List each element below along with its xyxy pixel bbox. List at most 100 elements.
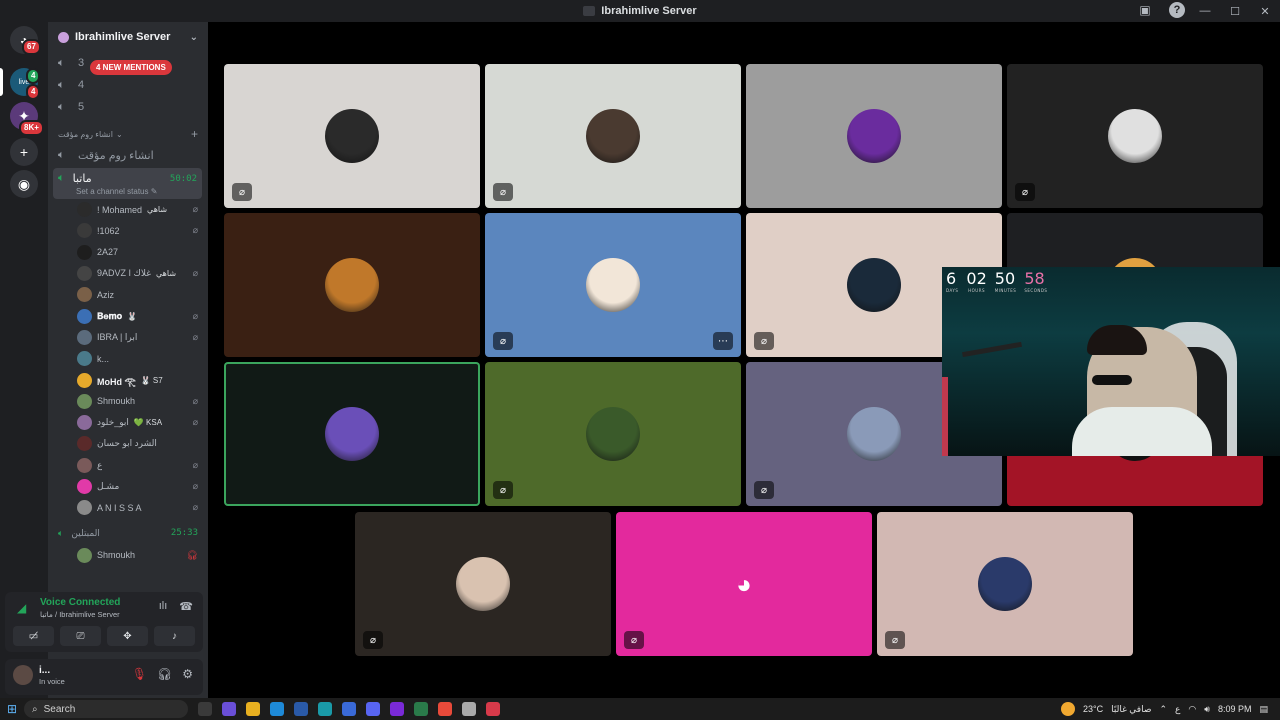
participant-tile[interactable] — [746, 64, 1002, 208]
mic-muted-icon: ⌀ — [192, 204, 198, 215]
headphones-icon[interactable]: 🎧︎ — [157, 667, 172, 681]
list-item[interactable]: 9ADVZ I غلاك شاهي ⌀ — [48, 263, 208, 284]
more-options-button[interactable]: ⋯ — [713, 332, 733, 350]
task-view-icon[interactable] — [198, 702, 212, 716]
mic-muted-icon: ⌀ — [754, 332, 774, 350]
inbox-icon[interactable]: ▣ — [1137, 2, 1153, 18]
screen-share-button[interactable]: ⎚ — [60, 626, 101, 646]
voice-channel-4[interactable]: 🔈︎ 4 — [48, 74, 208, 96]
server-status-badge: 4 — [26, 68, 41, 84]
avatar — [77, 415, 92, 431]
activities-button[interactable]: ✥ — [107, 626, 148, 646]
list-item[interactable]: MoHd 𓂀 🐰 S7 — [48, 369, 208, 390]
soundboard-button[interactable]: ♪ — [154, 626, 195, 646]
list-item[interactable]: k... — [48, 348, 208, 369]
discover-button[interactable]: ◉ — [10, 170, 38, 198]
camera-off-button[interactable]: ▭̸ — [13, 626, 54, 646]
wifi-icon[interactable]: ◠ — [1188, 704, 1196, 715]
close-button[interactable]: ✕ — [1250, 5, 1280, 18]
weather-icon[interactable] — [1061, 702, 1076, 716]
taskbar-search[interactable]: ⌕ Search — [24, 700, 188, 718]
list-item[interactable]: Shmoukh ⌀ — [48, 391, 208, 412]
chevron-down-icon[interactable]: ⌄ — [190, 32, 198, 43]
signal-icon[interactable]: ◢ — [17, 601, 26, 615]
mic-muted-icon: ⌀ — [493, 481, 513, 499]
create-temp-channel[interactable]: 🔈︎ انشاء روم مؤقت — [48, 144, 208, 166]
category-header[interactable]: انشاء روم مؤقت ⌄ + — [48, 124, 208, 144]
maximize-button[interactable]: ☐ — [1220, 5, 1250, 18]
discord-taskbar-icon[interactable] — [366, 702, 380, 716]
chrome-icon[interactable] — [438, 702, 452, 716]
participant-tile[interactable]: ⌀ — [355, 512, 611, 656]
member-tag: شاهي — [147, 205, 168, 215]
list-item[interactable]: !1062 ⌀ — [48, 220, 208, 241]
gear-icon[interactable]: ⚙ — [182, 667, 193, 681]
member-tag: 🐰 S7 — [140, 375, 163, 385]
mic-muted-icon: ⌀ — [192, 459, 198, 470]
speaker-icon: 🔈︎ — [58, 56, 65, 69]
participant-tile[interactable] — [224, 213, 480, 357]
list-item[interactable]: 2A27 — [48, 242, 208, 263]
list-item[interactable]: ابو_خلود 💚 KSA ⌀ — [48, 412, 208, 433]
disconnect-icon[interactable]: ☎ — [179, 600, 193, 613]
participant-tile[interactable]: ◕ ⌀ — [616, 512, 872, 656]
twitch-icon[interactable] — [390, 702, 404, 716]
list-item[interactable]: Shmoukh 🎧︎ — [48, 544, 208, 565]
app-icon[interactable] — [462, 702, 476, 716]
server-shield-icon — [58, 31, 69, 43]
volume-icon[interactable]: 🔊︎ — [1204, 704, 1210, 715]
server-header[interactable]: Ibrahimlive Server ⌄ — [48, 22, 208, 52]
help-icon[interactable]: ? — [1169, 2, 1185, 18]
chevron-up-icon[interactable]: ⌃ — [1160, 704, 1168, 715]
participant-tile[interactable] — [224, 362, 480, 506]
list-item[interactable]: IBRA | ابرا ⌀ — [48, 327, 208, 348]
add-server-button[interactable]: + — [10, 138, 38, 166]
compass-icon: ◉ — [17, 175, 31, 192]
active-voice-channel[interactable]: 🔈︎ ماتبا 50:02 Set a channel status ✎ — [53, 168, 202, 199]
minimize-button[interactable]: — — [1190, 5, 1220, 17]
participant-tile[interactable]: ⌀ — [877, 512, 1133, 656]
participant-tile[interactable]: ⌀ — [485, 362, 741, 506]
participant-tile[interactable]: ⌀ ⋯ — [485, 213, 741, 357]
channel-status[interactable]: Set a channel status ✎ — [76, 187, 197, 196]
stream-preview[interactable]: 6 DAYS 02 HOURS 50 MINUTES 58 SECONDS — [942, 267, 1280, 456]
voice-channel-second[interactable]: 🔈︎ المبتلين 25:33 — [48, 522, 208, 544]
voice-connected-title[interactable]: Voice Connected — [40, 597, 120, 608]
copilot-icon[interactable] — [222, 702, 236, 716]
store-icon[interactable] — [294, 702, 308, 716]
mic-muted-icon: ⌀ — [192, 417, 198, 428]
participant-tile[interactable]: ⌀ — [1007, 64, 1263, 208]
file-explorer-icon[interactable] — [246, 702, 260, 716]
notification-icon[interactable]: ▤ — [1259, 704, 1268, 715]
add-channel-icon[interactable]: + — [191, 127, 198, 141]
browser-icon[interactable] — [342, 702, 356, 716]
participant-tile[interactable]: ⌀ — [485, 64, 741, 208]
list-item[interactable]: ع ⌀ — [48, 455, 208, 476]
member-tag: 💚 KSA — [133, 418, 163, 428]
mic-muted-icon: ⌀ — [754, 481, 774, 499]
terminal-icon[interactable] — [414, 702, 428, 716]
noise-suppression-icon[interactable]: ılı — [159, 600, 168, 613]
voice-channel-5[interactable]: 🔈︎ 5 — [48, 96, 208, 118]
list-item[interactable]: 𝐁𝐞𝐦𝐨 🐰 ⌀ — [48, 305, 208, 326]
edge-icon[interactable] — [318, 702, 332, 716]
participant-tile[interactable]: ⌀ — [224, 64, 480, 208]
avatar[interactable] — [13, 665, 33, 685]
clock[interactable]: 8:09 PM — [1218, 704, 1252, 714]
pin-icon[interactable] — [486, 702, 500, 716]
mic-muted-icon[interactable]: 🎙︎ — [132, 667, 147, 681]
avatar — [586, 109, 640, 163]
taskbar-apps — [198, 702, 500, 716]
streamer-shirt — [1072, 407, 1212, 456]
list-item[interactable]: Aziz — [48, 284, 208, 305]
list-item[interactable]: الشرد ابو حسان — [48, 433, 208, 454]
list-item[interactable]: ! Mohamed شاهي ⌀ — [48, 199, 208, 220]
voice-connected-subtitle[interactable]: ماتبا / Ibrahimlive Server — [40, 610, 120, 619]
new-mentions-pill[interactable]: 4 NEW MENTIONS — [90, 60, 172, 75]
username[interactable]: i... — [39, 665, 50, 676]
windows-start-icon[interactable]: ⊞ — [0, 702, 24, 716]
list-item[interactable]: A N I S S A ⌀ — [48, 497, 208, 518]
speaker-icon: 🔈︎ — [58, 172, 65, 184]
list-item[interactable]: مشـل ⌀ — [48, 476, 208, 497]
mail-icon[interactable] — [270, 702, 284, 716]
